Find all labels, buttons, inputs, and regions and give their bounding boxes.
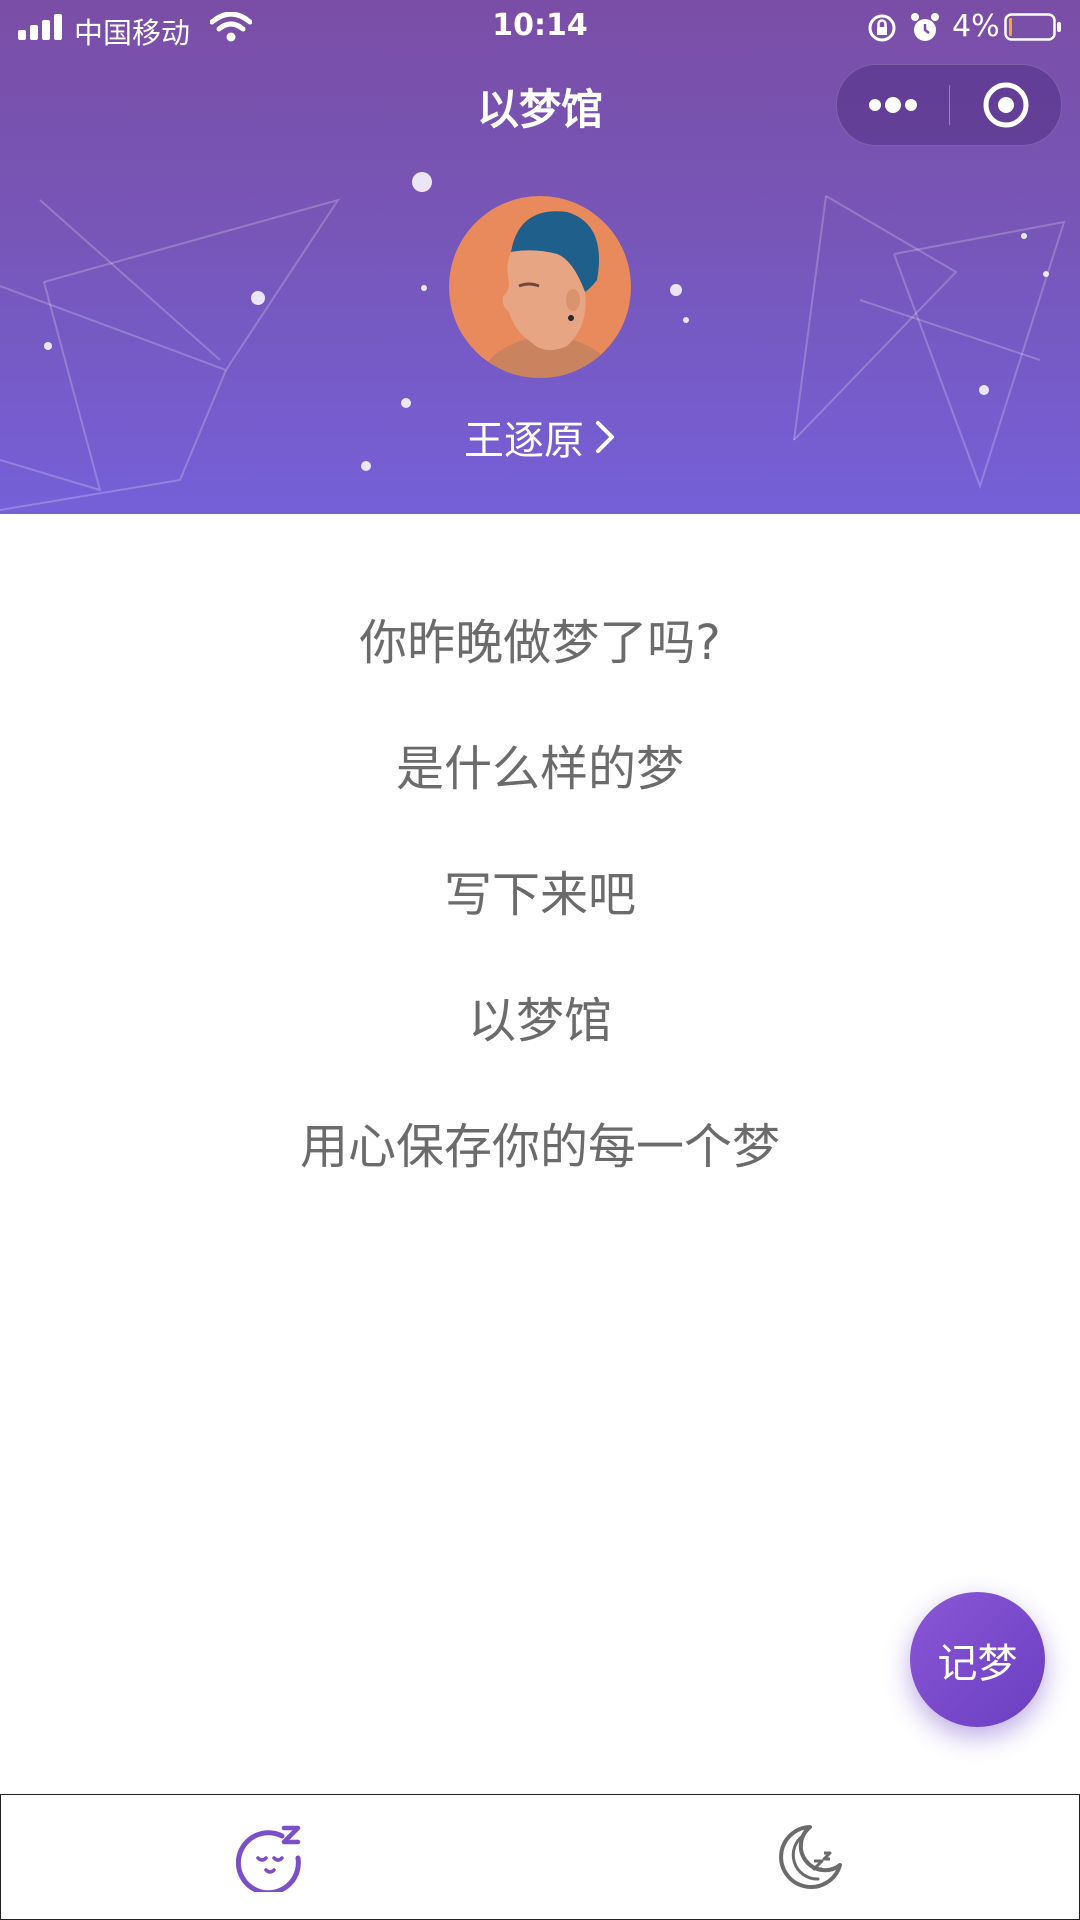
more-button[interactable] bbox=[837, 65, 949, 145]
intro-line: 以梦馆 bbox=[467, 993, 612, 1049]
status-bar: 中国移动 10:14 4% bbox=[0, 0, 1080, 56]
close-mini-program-button[interactable] bbox=[950, 65, 1061, 145]
record-dream-label: 记梦 bbox=[937, 1640, 1018, 1687]
tab-night[interactable] bbox=[540, 1795, 1079, 1919]
rotation-lock-icon bbox=[868, 14, 896, 42]
alarm-icon bbox=[911, 13, 939, 41]
tab-bar bbox=[0, 1794, 1080, 1920]
intro-line: 你昨晚做梦了吗? bbox=[359, 615, 721, 671]
sleepy-face-icon bbox=[235, 1825, 301, 1892]
more-icon bbox=[869, 97, 917, 113]
battery-percent: 4% bbox=[952, 9, 1000, 44]
username: 王逐原 bbox=[464, 418, 584, 464]
intro-line: 是什么样的梦 bbox=[395, 741, 684, 797]
tab-home[interactable] bbox=[1, 1795, 540, 1919]
intro-line: 用心保存你的每一个梦 bbox=[299, 1119, 780, 1175]
mini-program-capsule bbox=[836, 64, 1062, 146]
intro-line: 写下来吧 bbox=[443, 867, 636, 923]
close-mini-program-icon bbox=[983, 82, 1028, 128]
chevron-right-icon bbox=[596, 421, 614, 453]
battery-icon bbox=[1004, 13, 1061, 41]
avatar[interactable] bbox=[449, 196, 631, 378]
intro-text: 你昨晚做梦了吗? 是什么样的梦 写下来吧 以梦馆 用心保存你的每一个梦 bbox=[0, 600, 1080, 1230]
profile-header: 中国移动 10:14 4% 以梦馆 王逐原 bbox=[0, 0, 1080, 514]
record-dream-button[interactable]: 记梦 bbox=[910, 1592, 1045, 1727]
moon-sleep-icon bbox=[778, 1825, 842, 1889]
avatar-portrait-image bbox=[449, 196, 631, 378]
profile-link[interactable]: 王逐原 bbox=[0, 408, 1080, 466]
